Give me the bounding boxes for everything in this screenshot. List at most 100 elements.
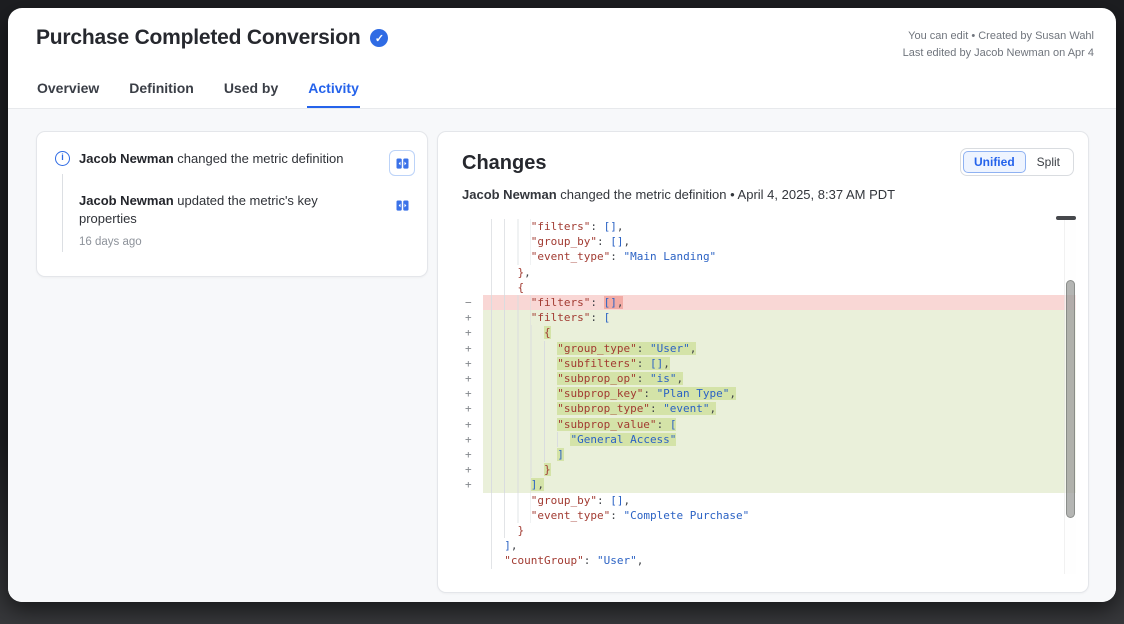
diff-line-body: "event_type": "Main Landing": [483, 249, 1076, 264]
code-token: []: [650, 357, 663, 370]
diff-line-add: +"subfilters": [],: [462, 356, 1076, 371]
code-token: "group_by": [531, 494, 597, 507]
indent-guides: [491, 477, 531, 492]
diff-line-body: {: [483, 280, 1076, 295]
code-token: "User": [650, 342, 690, 355]
view-diff-button[interactable]: [389, 192, 415, 218]
diff-line-add: +"subprop_key": "Plan Type",: [462, 386, 1076, 401]
scrollbar-thumb[interactable]: [1066, 280, 1075, 518]
diff-line-add: +"subprop_value": [: [462, 417, 1076, 432]
code-token: "event_type": [531, 509, 610, 522]
activity-item-text: Jacob Newman updated the metric's key pr…: [79, 192, 389, 251]
diff-line-ctx: "countGroup": "User",: [462, 553, 1076, 568]
diff-gutter-sign: +: [462, 356, 483, 371]
code-token: "subprop_type": [557, 402, 650, 415]
diff-gutter-sign: [462, 265, 483, 280]
metric-meta: You can edit • Created by Susan Wahl Las…: [903, 26, 1094, 62]
indent-guides: [491, 280, 517, 295]
tab-overview[interactable]: Overview: [36, 76, 100, 108]
code-token: ,: [729, 387, 736, 400]
diff-gutter-sign: +: [462, 310, 483, 325]
diff-line-body: "filters": [],: [483, 219, 1076, 234]
code-token: "subprop_key": [557, 387, 643, 400]
code-token: ]: [557, 448, 564, 461]
indent-guides: [491, 249, 531, 264]
diff-line-ctx: ],: [462, 538, 1076, 553]
diff-gutter-sign: +: [462, 432, 483, 447]
activity-action-text: changed the metric definition: [174, 151, 344, 166]
code-token: "filters": [531, 220, 591, 233]
diff-line-ctx: "group_by": [],: [462, 234, 1076, 249]
page-header: Purchase Completed Conversion ✓ You can …: [8, 8, 1116, 62]
info-circle-icon: i: [55, 151, 70, 166]
changes-subtitle-text: changed the metric definition • April 4,…: [557, 187, 895, 202]
indent-guides: [491, 371, 557, 386]
activity-item-key-properties[interactable]: Jacob Newman updated the metric's key pr…: [55, 192, 415, 251]
diff-line-add: +"General Access": [462, 432, 1076, 447]
code-token: [: [604, 311, 611, 324]
code-token: "group_by": [531, 235, 597, 248]
code-token: :: [590, 220, 603, 233]
tab-activity[interactable]: Activity: [307, 76, 360, 108]
diff-line-body: ]: [483, 447, 1076, 462]
diff-line-body: "event_type": "Complete Purchase": [483, 508, 1076, 523]
code-token: ,: [511, 539, 518, 552]
code-token: []: [604, 220, 617, 233]
tab-definition[interactable]: Definition: [128, 76, 195, 108]
code-token: ,: [710, 402, 717, 415]
code-token: ,: [690, 342, 697, 355]
activity-item-text: Jacob Newman changed the metric definiti…: [79, 150, 389, 168]
code-token: }: [517, 524, 524, 537]
diff-gutter-sign: +: [462, 341, 483, 356]
diff-gutter-sign: [462, 523, 483, 538]
diff-line-del: −"filters": [],: [462, 295, 1076, 310]
unified-view-button[interactable]: Unified: [963, 151, 1026, 173]
indent-guides: [491, 234, 531, 249]
compare-diff-icon: [395, 198, 410, 213]
code-token: ]: [504, 539, 511, 552]
split-view-button[interactable]: Split: [1026, 151, 1071, 173]
diff-line-add: +{: [462, 325, 1076, 340]
compare-diff-icon: [395, 156, 410, 171]
diff-line-body: "group_type": "User",: [483, 341, 1076, 356]
diff-gutter-sign: [462, 538, 483, 553]
diff-line-body: "countGroup": "User",: [483, 553, 1076, 568]
code-token: []: [610, 494, 623, 507]
diff-line-add: +],: [462, 477, 1076, 492]
content-area: i Jacob Newman changed the metric defini…: [8, 109, 1116, 602]
tab-used-by[interactable]: Used by: [223, 76, 279, 108]
vertical-scrollbar[interactable]: [1064, 216, 1076, 574]
diff-gutter-sign: +: [462, 386, 483, 401]
code-token: [: [670, 418, 677, 431]
diff-line-body: "subprop_value": [: [483, 417, 1076, 432]
view-diff-button[interactable]: [389, 150, 415, 176]
diff-line-add: +]: [462, 447, 1076, 462]
code-token: []: [610, 235, 623, 248]
code-token: "is": [650, 372, 677, 385]
code-token: []: [604, 296, 617, 309]
diff-line-add: +"subprop_type": "event",: [462, 401, 1076, 416]
code-token: }: [544, 463, 551, 476]
indent-guides: [491, 356, 557, 371]
code-token: "subprop_op": [557, 372, 636, 385]
indent-guides: [491, 295, 531, 310]
indent-guides: [491, 493, 531, 508]
changes-subtitle: Jacob Newman changed the metric definiti…: [462, 186, 1076, 204]
diff-line-ctx: "group_by": [],: [462, 493, 1076, 508]
indent-guides: [491, 508, 531, 523]
diff-gutter-sign: [462, 234, 483, 249]
code-token: :: [597, 235, 610, 248]
code-token: ,: [637, 554, 644, 567]
code-token: "filters": [531, 311, 591, 324]
indent-guides: [491, 219, 531, 234]
diff-line-body: "General Access": [483, 432, 1076, 447]
diff-line-ctx: },: [462, 265, 1076, 280]
code-token: :: [590, 296, 603, 309]
changes-card: Changes Unified Split Jacob Newman chang…: [437, 131, 1089, 593]
tab-bar: Overview Definition Used by Activity: [8, 76, 1116, 109]
page-title: Purchase Completed Conversion: [36, 26, 360, 50]
indent-guides: [491, 325, 544, 340]
activity-item-definition-change[interactable]: i Jacob Newman changed the metric defini…: [55, 150, 415, 176]
diff-gutter-sign: +: [462, 447, 483, 462]
diff-line-add: +}: [462, 462, 1076, 477]
